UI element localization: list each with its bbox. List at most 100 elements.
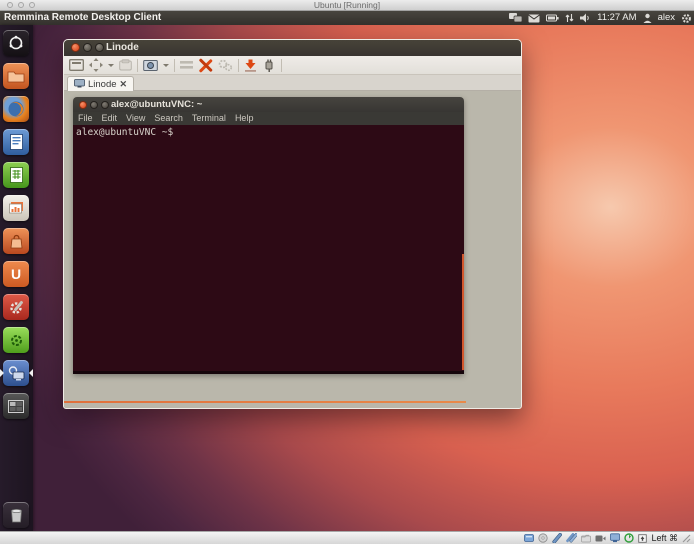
remote-desktop-viewport[interactable]: alex@ubuntuVNC: ~ File Edit View Search … [64,91,521,407]
remote-terminal-window: alex@ubuntuVNC: ~ File Edit View Search … [73,97,464,374]
gear-wrench-icon [8,299,25,316]
toolbar-separator [137,59,138,72]
tab-label: Linode [88,79,117,90]
remote-wallpaper-artifact-horizontal [64,401,466,403]
folder-icon [7,69,25,83]
launcher-focused-arrow-left [0,369,4,377]
remmina-minimize-button[interactable] [83,43,92,52]
launcher-item-remmina[interactable] [3,360,29,386]
tab-linode[interactable]: Linode ✕ [67,76,134,91]
remmina-window: Linode [63,39,522,409]
appmenu-title[interactable]: Remmina Remote Desktop Client [4,11,161,25]
features-icon[interactable] [624,533,634,543]
refresh-gear-icon [9,333,24,348]
shell-prompt: alex@ubuntuVNC ~$ [76,127,173,138]
fullscreen-icon[interactable] [69,57,84,74]
remmina-titlebar[interactable]: Linode [64,40,521,56]
vbox-statusbar: Left ⌘ [0,531,694,544]
remmina-close-button[interactable] [71,43,80,52]
remmina-tabbar: Linode ✕ [64,75,521,91]
launcher-item-libreoffice-impress[interactable] [3,195,29,221]
menu-edit[interactable]: Edit [102,112,118,125]
shared-folders-icon[interactable] [581,534,591,543]
terminal-menubar: File Edit View Search Terminal Help [73,112,464,125]
network-adapter-2-icon[interactable] [566,533,577,543]
terminal-minimize-button[interactable] [90,101,98,109]
remmina-window-title: Linode [106,40,139,56]
resize-grip-icon[interactable] [682,534,691,543]
disconnect-plug-icon[interactable] [262,57,276,74]
launcher-item-software-updater[interactable] [3,327,29,353]
hard-disk-icon[interactable] [524,533,534,543]
host-titlebar[interactable]: Ubuntu [Running] [0,0,694,11]
remmina-maximize-button[interactable] [95,43,104,52]
launcher-item-dash-home[interactable] [3,30,29,56]
launcher-item-system-settings[interactable] [3,294,29,320]
launcher-item-firefox[interactable] [3,96,29,122]
terminal-maximize-button[interactable] [101,101,109,109]
dash-home-icon [7,34,25,52]
scale-dropdown-caret[interactable] [108,64,114,67]
battery-indicator-icon[interactable] [546,14,559,22]
launcher-item-workspace-switcher[interactable] [3,393,29,419]
tools-icon[interactable] [198,57,213,74]
launcher-item-libreoffice-calc[interactable] [3,162,29,188]
impress-presentation-icon [9,201,24,216]
tab-close-icon[interactable]: ✕ [120,79,128,90]
launcher-focused-arrow-right [29,369,33,377]
menu-view[interactable]: View [126,112,145,125]
optical-disk-icon[interactable] [538,533,548,543]
remmina-toolbar [64,56,521,75]
grab-keyboard-icon[interactable] [119,57,132,74]
display-icon[interactable] [610,533,620,543]
network-adapter-icon[interactable] [552,533,562,543]
iconify-down-arrow-icon[interactable] [244,57,257,74]
launcher-item-trash[interactable] [3,502,29,528]
calc-spreadsheet-icon [10,167,23,183]
virtualbox-vm-window: Ubuntu [Running] Remmina Remote Desktop … [0,0,694,544]
indicator-area: 11:27 AM alex [509,11,692,25]
terminal-window-title: alex@ubuntuVNC: ~ [111,97,202,112]
menu-file[interactable]: File [78,112,93,125]
workspace-grid-icon [8,400,24,413]
video-capture-icon[interactable] [595,534,606,543]
minimize-connection-icon[interactable] [180,57,193,74]
toolbar-separator [281,59,282,72]
remote-wallpaper-artifact-vertical [462,254,464,370]
toolbar-separator [238,59,239,72]
screenshot-dropdown-caret[interactable] [163,64,169,67]
host-key-box-icon[interactable] [638,534,647,543]
terminal-output[interactable]: alex@ubuntuVNC ~$ [73,125,464,371]
launcher-item-software-center[interactable] [3,228,29,254]
user-name[interactable]: alex [658,11,675,25]
terminal-close-button[interactable] [79,101,87,109]
toolbar-separator [174,59,175,72]
network-indicator-icon[interactable] [509,13,522,23]
shopping-bag-icon [9,234,24,249]
screenshot-icon[interactable] [143,57,158,74]
terminal-titlebar[interactable]: alex@ubuntuVNC: ~ [73,97,464,112]
mail-indicator-icon[interactable] [528,14,540,23]
sync-indicator-icon[interactable] [565,13,574,23]
remmina-remote-desktop-icon [8,366,25,381]
clock[interactable]: 11:27 AM [597,11,636,25]
gears-icon[interactable] [218,57,233,74]
writer-document-icon [10,134,23,150]
vbox-status-icons: Left ⌘ [524,532,691,544]
launcher-item-files[interactable] [3,63,29,89]
unity-launcher: U [0,25,33,531]
scale-window-icon[interactable] [89,57,103,74]
launcher-item-ubuntu-one[interactable]: U [3,261,29,287]
launcher-item-libreoffice-writer[interactable] [3,129,29,155]
top-panel: Remmina Remote Desktop Client 11:27 AM a… [0,11,694,25]
menu-help[interactable]: Help [235,112,254,125]
menu-terminal[interactable]: Terminal [192,112,226,125]
menu-search[interactable]: Search [154,112,183,125]
session-gear-icon[interactable] [681,13,692,24]
host-window-title: Ubuntu [Running] [0,0,694,11]
trash-can-icon [9,507,24,523]
firefox-icon [7,100,25,118]
user-icon[interactable] [643,13,652,23]
volume-indicator-icon[interactable] [580,13,591,23]
ubuntu-one-icon: U [11,266,21,282]
